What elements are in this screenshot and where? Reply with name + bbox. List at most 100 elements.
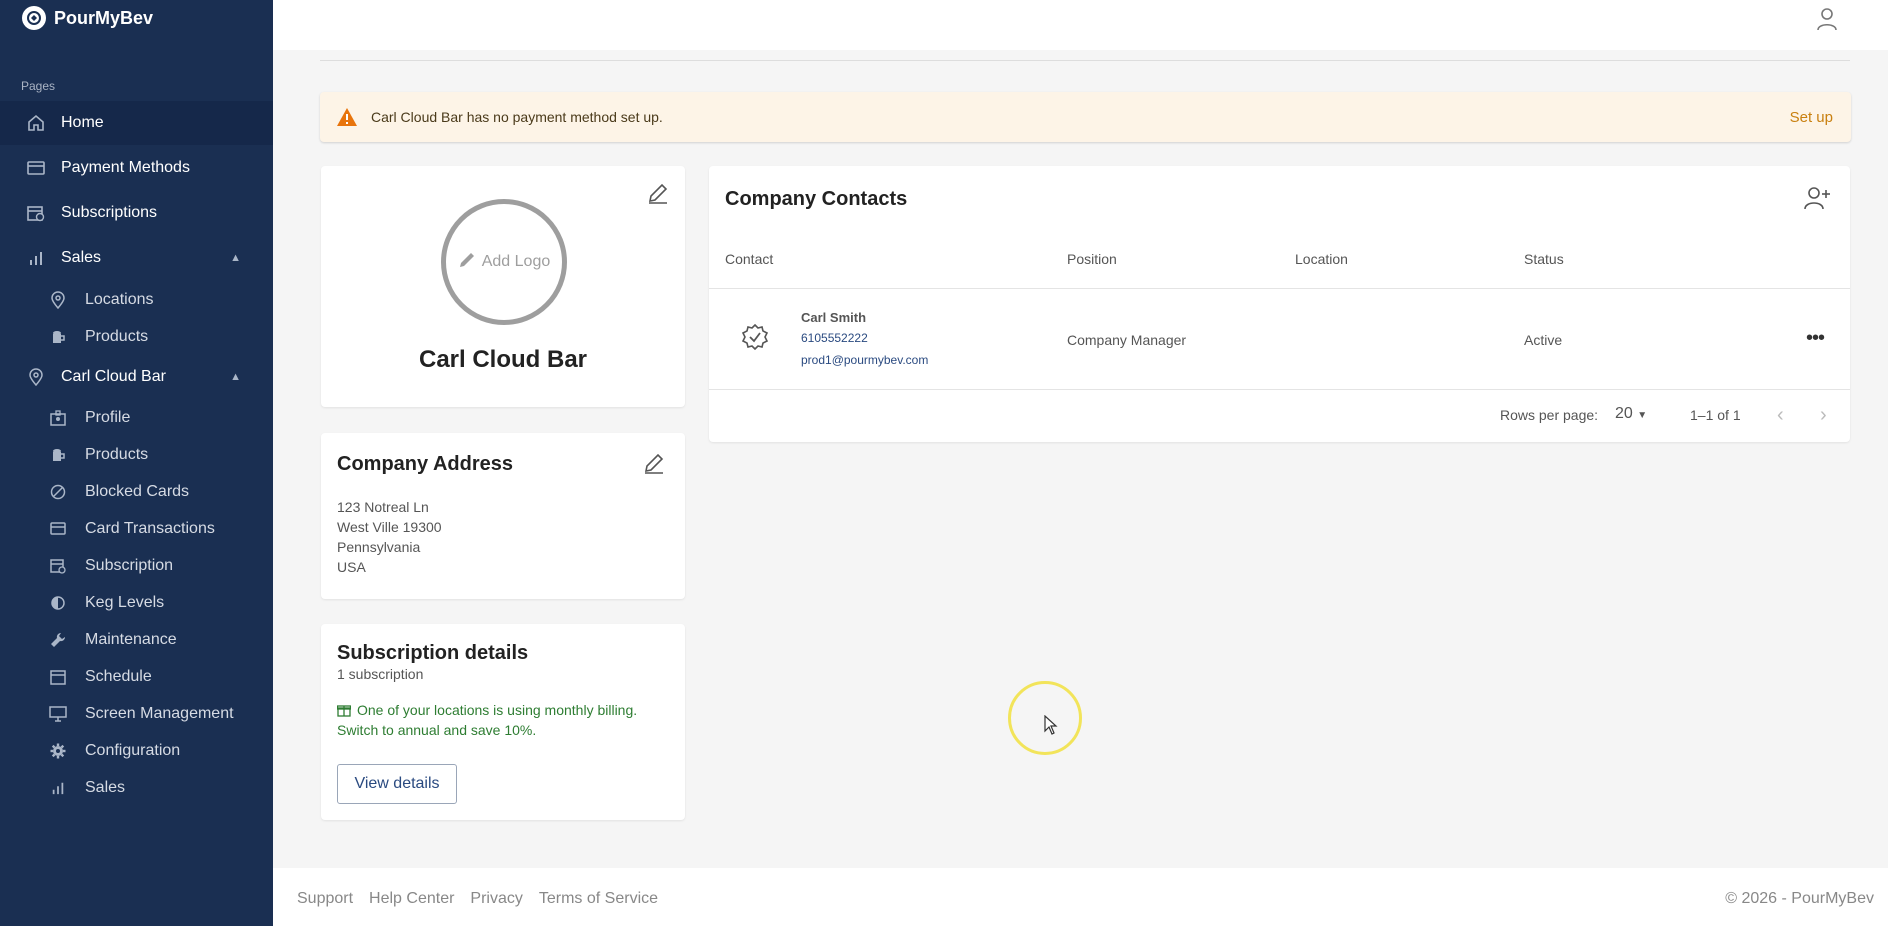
sidebar-item-subscription[interactable]: Subscription [0, 547, 273, 584]
sidebar-item-maintenance[interactable]: Maintenance [0, 621, 273, 658]
top-header [273, 0, 1888, 50]
sidebar-item-label: Keg Levels [85, 593, 165, 611]
divider [709, 288, 1850, 289]
set-up-payment-link[interactable]: Set up [1790, 109, 1833, 126]
warning-icon [336, 107, 358, 127]
company-name: Carl Cloud Bar [418, 346, 588, 373]
pencil-icon [458, 251, 476, 274]
edit-icon[interactable] [643, 452, 665, 474]
sidebar-item-company-sales[interactable]: Sales [0, 769, 273, 806]
address-line: West Ville 19300 [337, 519, 442, 535]
divider [709, 389, 1850, 390]
sidebar-item-schedule[interactable]: Schedule [0, 658, 273, 695]
sidebar-item-keg-levels[interactable]: Keg Levels [0, 584, 273, 621]
view-details-button[interactable]: View details [337, 764, 457, 804]
sidebar-item-label: Home [61, 114, 104, 131]
section-label-pages: Pages [21, 79, 56, 93]
brand[interactable]: PourMyBev [22, 6, 153, 30]
sidebar-item-label: Maintenance [85, 630, 177, 648]
location-pin-icon [26, 367, 46, 387]
footer-link-privacy[interactable]: Privacy [470, 890, 522, 908]
sidebar-item-label: Card Transactions [85, 519, 215, 537]
sidebar-item-profile[interactable]: Profile [0, 399, 273, 436]
sidebar-item-carl-cloud-bar[interactable]: Carl Cloud Bar ▲ [0, 355, 273, 399]
payment-warning-alert: Carl Cloud Bar has no payment method set… [320, 92, 1851, 142]
contact-email[interactable]: prod1@pourmybev.com [801, 353, 928, 367]
address-line: USA [337, 559, 366, 575]
promo-text: One of your locations is using monthly b… [337, 702, 638, 738]
footer-link-support[interactable]: Support [297, 890, 353, 908]
sidebar-item-label: Profile [85, 408, 131, 426]
sidebar-item-label: Products [85, 327, 149, 345]
previous-page-icon[interactable]: ‹ [1777, 404, 1784, 427]
add-logo-label: Add Logo [481, 253, 551, 270]
bar-chart-icon [26, 248, 46, 268]
footer-link-terms[interactable]: Terms of Service [539, 890, 658, 908]
contact-position: Company Manager [1067, 332, 1187, 348]
user-account-icon[interactable] [1816, 7, 1838, 31]
address-line: Pennsylvania [337, 539, 421, 555]
footer-links: Support Help Center Privacy Terms of Ser… [297, 890, 658, 908]
sidebar-item-label: Screen Management [85, 704, 234, 722]
sidebar-item-products[interactable]: Products [0, 436, 273, 473]
verified-badge-icon [741, 323, 769, 351]
contacts-title: Company Contacts [725, 188, 908, 210]
footer-link-help-center[interactable]: Help Center [369, 890, 454, 908]
company-contacts-card: Company Contacts Contact Position Locati… [709, 166, 1850, 442]
more-options-icon[interactable]: ••• [1806, 328, 1825, 348]
sidebar-item-home[interactable]: Home [0, 101, 273, 145]
monitor-icon [48, 704, 68, 724]
gear-icon [48, 741, 68, 761]
company-address-card: Company Address 123 Notreal Ln West Vill… [321, 433, 685, 599]
bar-chart-icon [48, 778, 68, 798]
contact-name: Carl Smith [801, 310, 867, 325]
footer: Support Help Center Privacy Terms of Ser… [273, 868, 1888, 926]
billing-promo: One of your locations is using monthly b… [336, 700, 667, 740]
credit-card-icon [48, 519, 68, 539]
sidebar-item-sales-products[interactable]: Products [0, 318, 273, 355]
column-header-position[interactable]: Position [1067, 251, 1117, 267]
sidebar-item-blocked-cards[interactable]: Blocked Cards [0, 473, 273, 510]
calendar-refresh-icon [48, 556, 68, 576]
contact-status: Active [1524, 332, 1563, 348]
sidebar-item-screen-management[interactable]: Screen Management [0, 695, 273, 732]
divider [320, 60, 1850, 61]
credit-card-icon [26, 158, 46, 178]
column-header-contact[interactable]: Contact [725, 251, 773, 267]
subscription-title: Subscription details [337, 642, 529, 664]
mouse-pointer-icon [1044, 714, 1058, 735]
edit-icon[interactable] [647, 182, 669, 204]
sidebar-item-label: Carl Cloud Bar [61, 368, 166, 385]
location-pin-icon [48, 290, 68, 310]
sidebar-item-label: Products [85, 445, 149, 463]
brand-name: PourMyBev [54, 7, 154, 28]
sidebar-item-subscriptions[interactable]: Subscriptions [0, 191, 273, 235]
sidebar-item-card-transactions[interactable]: Card Transactions [0, 510, 273, 547]
sidebar-item-label: Sales [61, 249, 102, 266]
product-icon [48, 327, 68, 347]
contact-phone[interactable]: 6105552222 [801, 331, 868, 345]
address-lines: 123 Notreal Ln West Ville 19300 Pennsylv… [337, 497, 442, 577]
sidebar-item-label: Schedule [85, 667, 152, 685]
sidebar-item-label: Locations [85, 290, 154, 308]
subscription-details-card: Subscription details 1 subscription One … [321, 624, 685, 820]
add-logo-button[interactable]: Add Logo [441, 199, 567, 325]
company-logo-card: Add Logo Carl Cloud Bar [321, 166, 685, 407]
chevron-up-icon: ▲ [230, 371, 241, 383]
sidebar-item-configuration[interactable]: Configuration [0, 732, 273, 769]
sidebar-item-sales[interactable]: Sales ▲ [0, 236, 273, 280]
next-page-icon[interactable]: › [1820, 404, 1827, 427]
product-icon [48, 445, 68, 465]
home-icon [26, 113, 46, 133]
rows-per-page-select[interactable]: 20 ▼ [1615, 405, 1647, 423]
address-title: Company Address [337, 453, 513, 475]
column-header-status[interactable]: Status [1524, 251, 1564, 267]
sidebar-item-locations[interactable]: Locations [0, 281, 273, 318]
sidebar-item-payment-methods[interactable]: Payment Methods [0, 146, 273, 190]
calendar-icon [48, 667, 68, 687]
sidebar-item-label: Sales [85, 778, 126, 796]
column-header-location[interactable]: Location [1295, 251, 1348, 267]
sidebar-item-label: Subscriptions [61, 204, 158, 221]
gift-icon [336, 702, 352, 717]
add-contact-icon[interactable] [1804, 185, 1832, 211]
